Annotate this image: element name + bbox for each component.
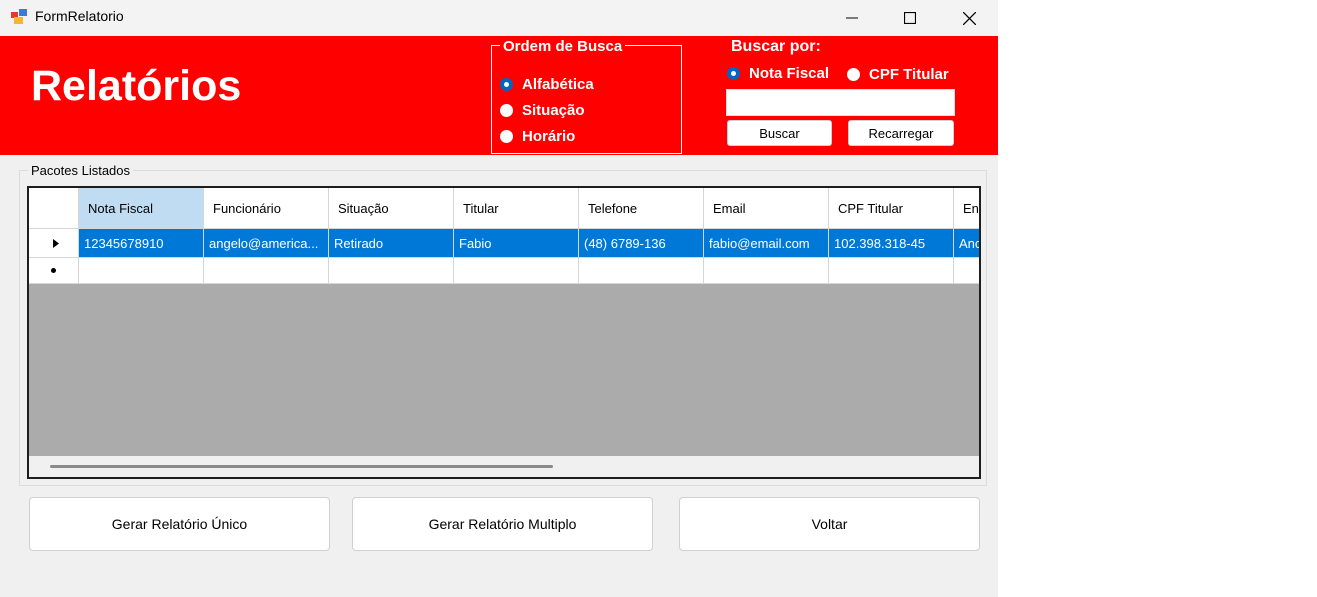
- column-header-situacao[interactable]: Situação: [329, 188, 454, 229]
- column-header-email[interactable]: Email: [704, 188, 829, 229]
- radio-unchecked-icon: [500, 130, 513, 143]
- maximize-button[interactable]: [881, 0, 939, 36]
- new-row-cell[interactable]: [204, 258, 329, 284]
- search-cpf-titular-radio[interactable]: CPF Titular: [847, 66, 949, 83]
- column-header-cpf-titular[interactable]: CPF Titular: [829, 188, 954, 229]
- new-row-cell[interactable]: [829, 258, 954, 284]
- radio-unchecked-icon: [847, 68, 860, 81]
- table-cell[interactable]: (48) 6789-136: [579, 229, 704, 258]
- order-alfabetica-label: Alfabética: [522, 76, 594, 93]
- order-alfabetica-radio[interactable]: Alfabética: [500, 76, 594, 93]
- grid-header-row: Nota Fiscal Funcionário Situação Titular…: [29, 188, 979, 229]
- search-by-label: Buscar por:: [731, 38, 821, 55]
- row-selector[interactable]: [29, 229, 79, 258]
- table-cell[interactable]: 12345678910: [79, 229, 204, 258]
- new-row-cell[interactable]: [79, 258, 204, 284]
- data-grid[interactable]: Nota Fiscal Funcionário Situação Titular…: [27, 186, 981, 479]
- gerar-relatorio-unico-button[interactable]: Gerar Relatório Único: [29, 497, 330, 551]
- gerar-relatorio-multiplo-button[interactable]: Gerar Relatório Multiplo: [352, 497, 653, 551]
- order-horario-label: Horário: [522, 128, 576, 145]
- table-cell[interactable]: Retirado: [329, 229, 454, 258]
- new-row-selector[interactable]: [29, 258, 79, 284]
- column-header-nota-fiscal[interactable]: Nota Fiscal: [79, 188, 204, 229]
- order-groupbox: Ordem de Busca Alfabética Situação Horár…: [491, 38, 682, 154]
- minimize-button[interactable]: [823, 0, 881, 36]
- app-icon: [11, 9, 27, 24]
- close-icon: [962, 11, 976, 25]
- radio-checked-icon: [727, 67, 740, 80]
- column-header-endereco[interactable]: En: [954, 188, 979, 229]
- table-cell[interactable]: Anc: [954, 229, 979, 258]
- order-situacao-radio[interactable]: Situação: [500, 102, 585, 119]
- form-relatorio-window: FormRelatorio Relatórios Ordem de Busca …: [0, 0, 998, 597]
- page-title: Relatórios: [31, 62, 242, 110]
- new-row[interactable]: [29, 258, 979, 284]
- order-situacao-label: Situação: [522, 102, 585, 119]
- maximize-icon: [904, 12, 916, 24]
- table-cell[interactable]: Fabio: [454, 229, 579, 258]
- search-cpf-titular-label: CPF Titular: [869, 66, 949, 83]
- column-header-titular[interactable]: Titular: [454, 188, 579, 229]
- recarregar-button[interactable]: Recarregar: [848, 120, 954, 146]
- order-group-label: Ordem de Busca: [500, 38, 626, 55]
- window-title: FormRelatorio: [35, 8, 124, 24]
- pacotes-group-label: Pacotes Listados: [28, 163, 134, 178]
- search-input[interactable]: [726, 89, 955, 116]
- scrollbar-thumb[interactable]: [50, 465, 553, 468]
- radio-unchecked-icon: [500, 104, 513, 117]
- new-row-cell[interactable]: [329, 258, 454, 284]
- column-header-funcionario[interactable]: Funcionário: [204, 188, 329, 229]
- order-horario-radio[interactable]: Horário: [500, 128, 575, 145]
- close-button[interactable]: [940, 0, 998, 36]
- column-header-telefone[interactable]: Telefone: [579, 188, 704, 229]
- table-cell[interactable]: angelo@america...: [204, 229, 329, 258]
- row-pointer-icon: [53, 238, 59, 248]
- new-row-cell[interactable]: [579, 258, 704, 284]
- new-row-cell[interactable]: [454, 258, 579, 284]
- voltar-button[interactable]: Voltar: [679, 497, 980, 551]
- search-nota-fiscal-label: Nota Fiscal: [749, 65, 830, 82]
- table-row[interactable]: 12345678910 angelo@america... Retirado F…: [29, 229, 979, 258]
- title-bar: FormRelatorio: [0, 0, 998, 36]
- table-cell[interactable]: fabio@email.com: [704, 229, 829, 258]
- header-banner: Relatórios Ordem de Busca Alfabética Sit…: [0, 36, 998, 155]
- minimize-icon: [846, 17, 858, 19]
- table-cell[interactable]: 102.398.318-45: [829, 229, 954, 258]
- horizontal-scrollbar[interactable]: [29, 456, 979, 477]
- new-row-asterisk-icon: [51, 268, 56, 273]
- new-row-cell[interactable]: [704, 258, 829, 284]
- row-header-corner: [29, 188, 79, 229]
- buscar-button[interactable]: Buscar: [727, 120, 832, 146]
- new-row-cell[interactable]: [954, 258, 979, 284]
- search-nota-fiscal-radio[interactable]: Nota Fiscal: [727, 65, 829, 82]
- radio-checked-icon: [500, 78, 513, 91]
